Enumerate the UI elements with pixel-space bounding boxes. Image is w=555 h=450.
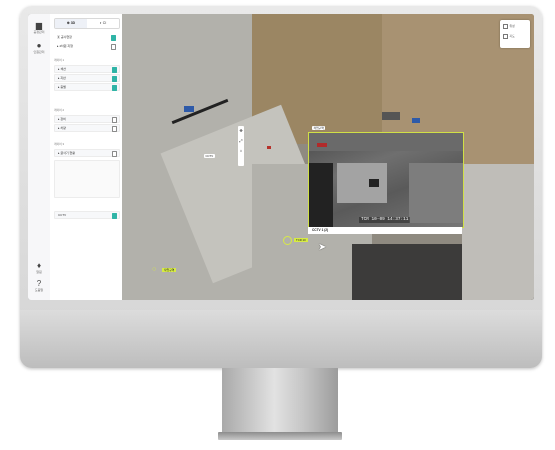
aerial-map[interactable]: 작업구역 CCTV ✥ ⤢ ⌂ 위성 지도 TCR 10-09 14:37:11… xyxy=(122,14,534,300)
rail-item-user[interactable]: ● 인원관리 xyxy=(32,41,46,55)
layer-row[interactable]: ▸ 지반 xyxy=(54,74,120,82)
video-scene xyxy=(317,143,327,147)
tab-3d[interactable]: ⊕ 3D xyxy=(55,19,87,28)
layer-row[interactable]: ▸ 층별 xyxy=(54,83,120,91)
layer-row[interactable]: ▣ 공사현장 xyxy=(54,34,118,41)
rail-item-label: 알림 xyxy=(36,270,42,274)
layer-row[interactable]: ▸ 장비 xyxy=(54,115,120,123)
layer-checkbox[interactable] xyxy=(111,85,117,91)
layer-switcher: 위성 지도 xyxy=(500,20,530,48)
pan-icon[interactable]: ✥ xyxy=(238,126,244,136)
cctv-title-bar: CCTV 1 (2) xyxy=(308,227,462,234)
video-scene xyxy=(337,163,387,203)
area-label-text: 작업구역 xyxy=(164,268,175,272)
help-icon: ? xyxy=(36,279,42,288)
layer-row-label: CCTV xyxy=(58,213,67,217)
app-screen: ▆ 공정관리 ● 인원관리 ♦ 알림 ? 도움말 ⊕ 3D ◐ CI ▣ 공사현… xyxy=(28,14,534,300)
layer-row[interactable]: ▸ 굴삭기 현황 xyxy=(54,149,120,157)
layer-row-label: ▸ 차량 xyxy=(58,126,66,130)
equipment xyxy=(184,106,194,112)
building-roof xyxy=(462,164,534,300)
switch-map[interactable]: 지도 xyxy=(503,34,515,39)
user-icon: ● xyxy=(36,41,42,50)
layer-row-label: ▸ 4차원 지형 xyxy=(57,44,73,48)
layer-checkbox[interactable] xyxy=(111,67,117,73)
monitor-stand xyxy=(222,368,338,436)
layer-row[interactable]: ▸ 섹션 xyxy=(54,65,120,73)
switch-satellite[interactable]: 위성 xyxy=(503,24,515,29)
map-label[interactable]: CCTV xyxy=(204,154,215,158)
layer-checkbox[interactable] xyxy=(111,117,117,123)
rail-item-folder[interactable]: ▆ 공정관리 xyxy=(32,21,46,35)
rail-item-label: 도움말 xyxy=(34,288,44,292)
panel-tabs: ⊕ 3D ◐ CI xyxy=(54,18,120,29)
rail-item-label: 인원관리 xyxy=(33,50,45,54)
layer-checkbox[interactable] xyxy=(111,213,117,219)
section-label: 레이어 2 xyxy=(54,108,65,112)
video-scene xyxy=(369,179,379,187)
map-toolbar: ✥ ⤢ ⌂ xyxy=(238,126,244,166)
area-label[interactable]: 작업구역 xyxy=(162,268,177,272)
video-scene xyxy=(309,133,463,151)
screen-bezel: ▆ 공정관리 ● 인원관리 ♦ 알림 ? 도움말 ⊕ 3D ◐ CI ▣ 공사현… xyxy=(28,14,534,300)
layer-checkbox[interactable] xyxy=(111,126,117,132)
layer-checkbox[interactable] xyxy=(111,151,117,157)
map-label[interactable]: 작업구역 xyxy=(312,126,326,130)
switch-label: 위성 xyxy=(509,24,515,29)
section-label: 레이어 3 xyxy=(54,142,65,146)
truck xyxy=(382,112,400,120)
map-label-text: 작업구역 xyxy=(313,126,324,130)
layer-row-label: ▸ 섹션 xyxy=(58,67,66,71)
video-scene xyxy=(409,163,463,223)
layer-row-label: ▸ 층별 xyxy=(58,85,66,89)
layer-subgroup xyxy=(54,160,120,198)
monitor-chin xyxy=(20,310,542,368)
video-timestamp: TCR 10-09 14:37:11 xyxy=(359,217,411,223)
rail-item-bell[interactable]: ♦ 알림 xyxy=(32,261,46,275)
layer-row-label: ▸ 굴삭기 현황 xyxy=(58,151,75,155)
folder-icon: ▆ xyxy=(35,21,43,30)
rail-item-label: 공정관리 xyxy=(33,30,45,34)
map-label-text: CCTV xyxy=(205,154,214,158)
layer-row-label: ▣ 공사현장 xyxy=(57,35,72,39)
layer-checkbox[interactable] xyxy=(110,44,116,50)
cctv-camera-label: CCTV 1 (2) xyxy=(312,228,329,232)
section-label: 레이어 1 xyxy=(54,58,65,62)
tab-ci[interactable]: ◐ CI xyxy=(87,19,119,28)
layer-row[interactable]: ▸ 차량 xyxy=(54,124,120,132)
rail-item-help[interactable]: ? 도움말 xyxy=(32,279,46,293)
cctv-map-label-text: TCR 10 xyxy=(296,238,306,242)
layer-panel: ⊕ 3D ◐ CI ▣ 공사현장 ▸ 4차원 지형 레이어 1 ▸ 섹션 ▸ 지… xyxy=(50,14,123,300)
layer-row-label: ▸ 지반 xyxy=(58,76,66,80)
layer-checkbox[interactable] xyxy=(111,76,117,82)
monitor-stand-base xyxy=(218,432,342,440)
cctv-video[interactable]: TCR 10-09 14:37:11 xyxy=(308,132,464,228)
location-pin-icon[interactable]: ○ xyxy=(152,266,156,273)
home-icon[interactable]: ⌂ xyxy=(238,146,244,156)
cctv-map-label[interactable]: TCR 10 xyxy=(294,238,308,242)
left-rail: ▆ 공정관리 ● 인원관리 ♦ 알림 ? 도움말 xyxy=(28,14,51,300)
equipment xyxy=(267,146,271,149)
video-scene xyxy=(309,163,333,227)
layer-row[interactable]: ▸ 4차원 지형 xyxy=(54,43,118,50)
switch-label: 지도 xyxy=(509,34,515,39)
layer-row[interactable]: CCTV xyxy=(54,211,120,219)
layer-checkbox[interactable] xyxy=(110,35,116,41)
cctv-marker[interactable] xyxy=(283,236,292,245)
equipment xyxy=(412,118,420,123)
measure-icon[interactable]: ⤢ xyxy=(238,136,244,146)
bell-icon: ♦ xyxy=(36,261,42,270)
mouse-cursor-icon: ➤ xyxy=(318,242,327,253)
layer-row-label: ▸ 장비 xyxy=(58,117,66,121)
